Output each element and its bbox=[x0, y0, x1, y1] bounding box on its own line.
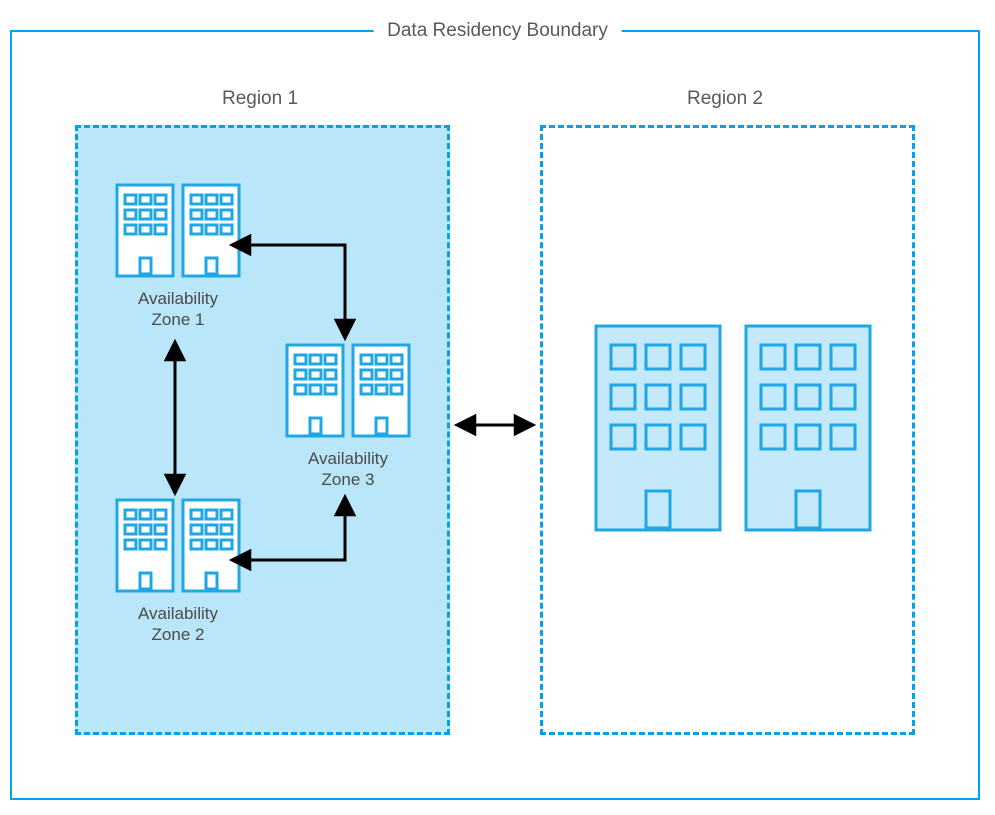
diagram-canvas: Data Residency Boundary Region 1 Region … bbox=[0, 0, 995, 815]
arrow-region1-region2 bbox=[0, 0, 995, 815]
